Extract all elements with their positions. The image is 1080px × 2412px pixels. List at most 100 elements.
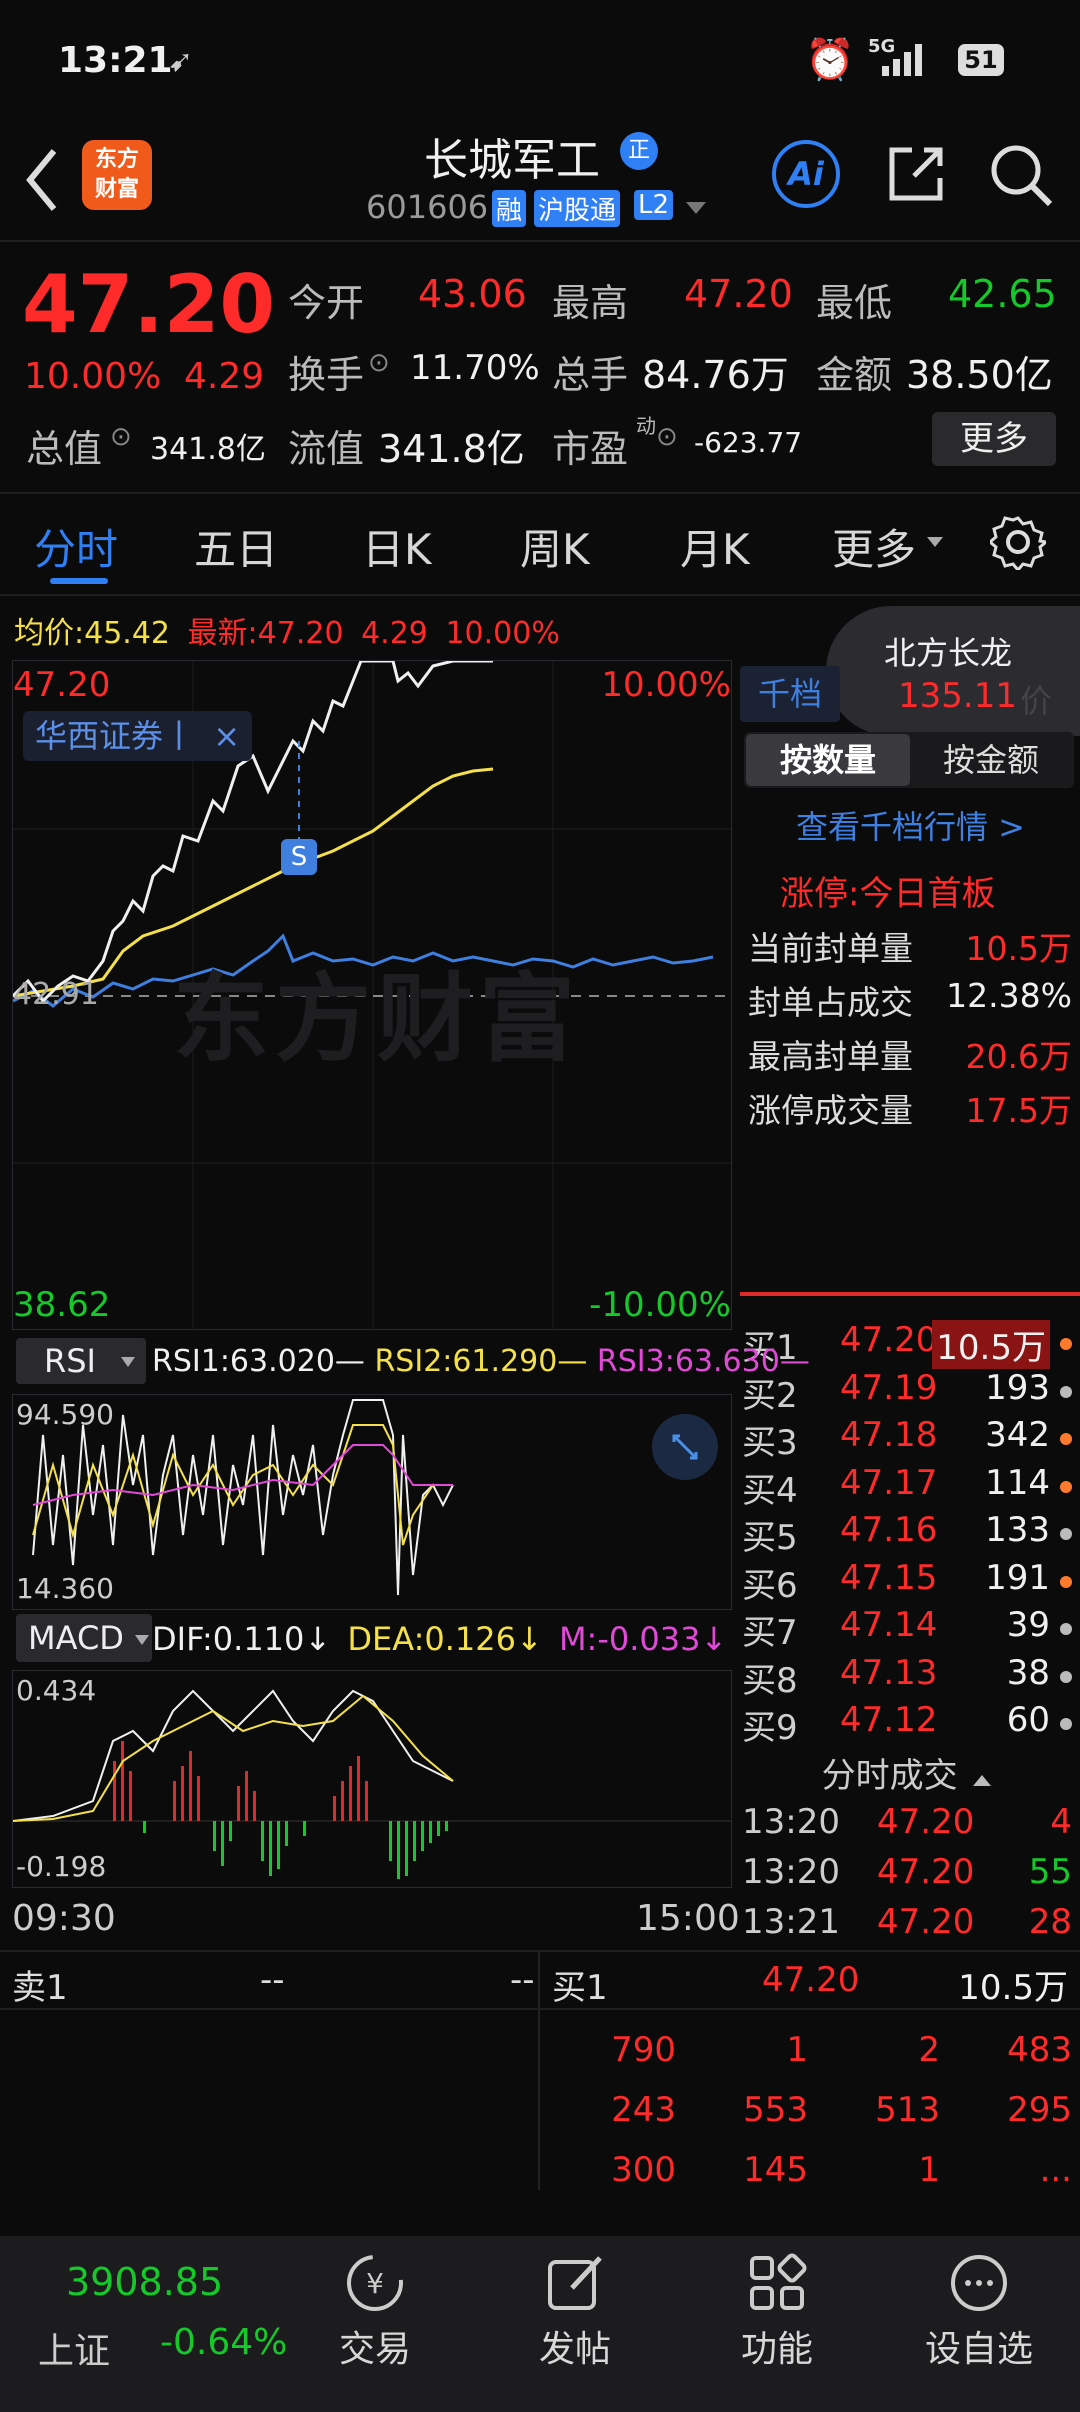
stock-name: 长城军工 [424,135,600,186]
bid-price: 47.15 [840,1557,938,1598]
bottom-nav: 3908.85 上证 -0.64% ¥ 交易 发帖 功能 设自选 [0,2236,1080,2412]
nav-trade[interactable]: ¥ 交易 [300,2250,450,2372]
search-icon[interactable] [988,142,1056,210]
bid-row[interactable]: 买9 47.12 60 [742,1700,1072,1748]
stock-code: 601606 [366,188,489,226]
pe-info-icon[interactable]: ⊙ [656,422,678,452]
bid-qty: 342 [985,1415,1050,1455]
volume-value: 84.76万 [642,353,789,397]
bid-label: 买7 [742,1613,798,1653]
tab-five-day[interactable]: 五日 [194,516,278,577]
tab-more-arrow-icon [927,537,943,547]
tab-more[interactable]: 更多 [832,516,916,577]
tab-weekly-k[interactable]: 周K [520,516,590,577]
high-label: 最高 [552,281,629,325]
trade-row: 13:20 47.20 55 [742,1852,1072,1898]
more-button[interactable]: 更多 [932,412,1056,466]
stat-label-1: 封单占成交 [748,983,913,1022]
bid-separator [740,1292,1080,1296]
bid-row[interactable]: 买4 47.17 114 [742,1463,1072,1511]
nav-functions-label: 功能 [740,2329,813,2370]
post-icon [548,2256,602,2310]
view-depth-link[interactable]: 查看千档行情 > [796,802,1025,848]
trades-header[interactable]: 分时成交 [742,1748,1072,1797]
bid-qty: 38 [1006,1652,1050,1693]
nav-trade-label: 交易 [338,2329,411,2370]
ai-button[interactable]: Ai [772,140,840,208]
functions-icon [750,2253,807,2310]
latest-pct: 10.00% [445,616,560,651]
macd-selector[interactable]: MACD [16,1614,152,1662]
by-amount-button[interactable]: 按金额 [910,734,1072,786]
rsi3-value: RSI3:63.630 [596,1344,780,1379]
share-icon[interactable] [884,142,948,206]
logo-line1: 东方 [94,147,139,172]
broker-tag-close[interactable]: × [213,717,240,755]
bid-price: 47.18 [840,1415,938,1455]
dropdown-arrow-icon[interactable] [684,200,708,216]
battery-icon: 51 [958,44,1004,76]
by-qty-button[interactable]: 按数量 [746,734,910,786]
queue-sell-price: -- [260,1960,285,2000]
mktcap-info-icon[interactable]: ⊙ [110,422,132,452]
bid-indicator-dot [1060,1623,1072,1635]
turnover-label: 换手 [288,353,365,397]
bid-row[interactable]: 买3 47.18 342 [742,1415,1072,1463]
stat-label-0: 当前封单量 [748,929,913,968]
bid-row[interactable]: 买6 47.15 191 [742,1557,1072,1606]
broker-tag[interactable]: 华西证券丨 × [23,711,252,761]
open-value: 43.06 [418,272,527,316]
rsi-dropdown-icon [121,1357,135,1367]
rsi-panel: RSI RSI1:63.020— RSI2:61.290— RSI3:63.63… [12,1334,810,1610]
open-label: 今开 [288,281,365,325]
queue-cell: 243 [611,2090,676,2130]
trade-time: 13:20 [742,1802,840,1842]
chart-watermark: 东方财富 [173,963,581,1075]
rsi2-value: RSI2:61.290 [374,1344,558,1379]
queue-cell: 513 [875,2090,940,2130]
bid-price: 47.14 [840,1605,938,1645]
amount-label: 金额 [816,353,893,397]
rsi-values: RSI1:63.020— RSI2:61.290— RSI3:63.630— [152,1344,810,1379]
expand-chart-button[interactable] [652,1414,718,1480]
settings-icon[interactable] [990,514,1046,570]
tab-active-indicator [50,578,108,584]
bid-row[interactable]: 买7 47.14 39 [742,1605,1072,1653]
header: 东方 财富 长城军工 正 601606 融 沪股通 L2 Ai [0,120,1080,240]
queue-header-divider [0,2008,1080,2010]
latest-label: 最新: [187,616,258,651]
macd-bottom-value: -0.198 [16,1850,107,1883]
turnover-info-icon[interactable]: ⊙ [368,348,390,378]
trade-row: 13:21 47.20 28 [742,1902,1072,1948]
zheng-badge: 正 [620,132,658,170]
macd-chart [12,1670,732,1888]
bid-row[interactable]: 买8 47.13 38 [742,1652,1072,1701]
nav-post[interactable]: 发帖 [500,2250,650,2372]
high-value: 47.20 [684,272,793,316]
back-icon[interactable] [22,145,62,215]
bid-price: 47.19 [840,1367,938,1408]
qiandang-tab[interactable]: 千档 [740,666,840,722]
trade-price: 47.20 [877,1902,975,1942]
nav-functions[interactable]: 功能 [702,2250,852,2372]
index-ticker[interactable]: 3908.85 上证 -0.64% [0,2236,290,2412]
mktcap-label: 总值 [26,427,103,471]
amount-value: 38.50亿 [906,353,1053,397]
change-amount: 4.29 [184,356,265,397]
intraday-chart[interactable]: 47.20 10.00% 华西证券丨 × S 东方财富 42.91 38.62 … [12,660,733,1331]
tab-monthly-k[interactable]: 月K [680,516,750,577]
nav-watchlist[interactable]: 设自选 [904,2250,1054,2372]
nav-post-label: 发帖 [538,2329,611,2370]
tab-daily-k[interactable]: 日K [362,516,432,577]
sell-marker[interactable]: S [281,839,317,875]
bid-row[interactable]: 买5 47.16 133 [742,1510,1072,1558]
trade-icon: ¥ [347,2255,403,2311]
trades-collapse-icon [973,1775,992,1786]
avg-label: 均价: [14,616,85,651]
bid-indicator-dot [1060,1433,1072,1445]
trade-volume: 55 [1028,1852,1072,1892]
tab-intraday[interactable]: 分时 [34,516,118,577]
trade-row: 13:20 47.20 4 [742,1802,1072,1848]
bid-label: 买6 [742,1565,798,1606]
change-percent: 10.00% [24,356,162,397]
